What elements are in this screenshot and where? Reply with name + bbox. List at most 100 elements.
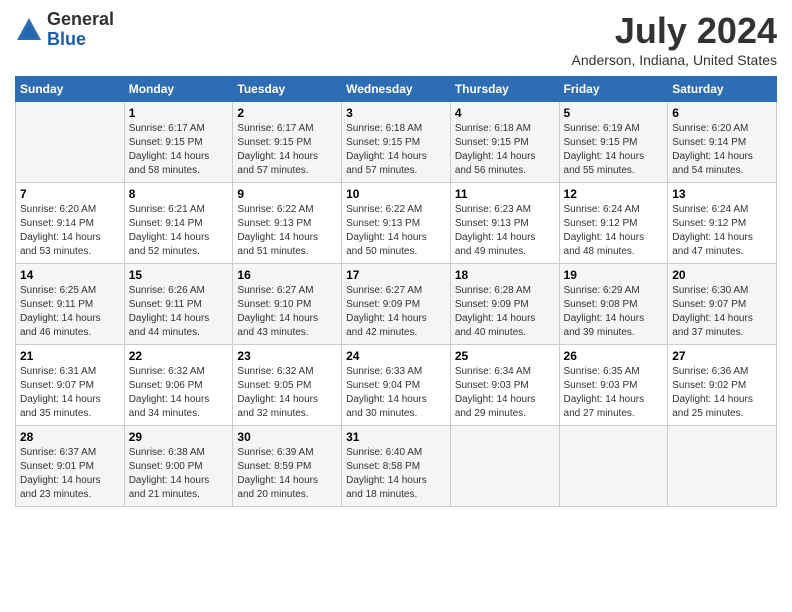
calendar-cell: 27 Sunrise: 6:36 AMSunset: 9:02 PMDaylig…	[668, 345, 777, 426]
day-number: 24	[346, 349, 446, 363]
header-friday: Friday	[559, 77, 668, 102]
day-number: 22	[129, 349, 229, 363]
header-sunday: Sunday	[16, 77, 125, 102]
calendar-cell: 29 Sunrise: 6:38 AMSunset: 9:00 PMDaylig…	[124, 426, 233, 507]
calendar-week-1: 7 Sunrise: 6:20 AMSunset: 9:14 PMDayligh…	[16, 183, 777, 264]
day-info: Sunrise: 6:22 AMSunset: 9:13 PMDaylight:…	[237, 203, 337, 259]
day-number: 19	[564, 268, 664, 282]
day-number: 11	[455, 187, 555, 201]
day-number: 13	[672, 187, 772, 201]
day-number: 21	[20, 349, 120, 363]
day-number: 7	[20, 187, 120, 201]
subtitle: Anderson, Indiana, United States	[572, 52, 777, 68]
day-info: Sunrise: 6:18 AMSunset: 9:15 PMDaylight:…	[455, 122, 555, 178]
day-info: Sunrise: 6:24 AMSunset: 9:12 PMDaylight:…	[564, 203, 664, 259]
header-tuesday: Tuesday	[233, 77, 342, 102]
day-number: 12	[564, 187, 664, 201]
day-info: Sunrise: 6:27 AMSunset: 9:09 PMDaylight:…	[346, 284, 446, 340]
day-number: 3	[346, 106, 446, 120]
day-number: 9	[237, 187, 337, 201]
calendar-week-0: 1 Sunrise: 6:17 AMSunset: 9:15 PMDayligh…	[16, 102, 777, 183]
day-info: Sunrise: 6:32 AMSunset: 9:05 PMDaylight:…	[237, 365, 337, 421]
calendar-cell: 3 Sunrise: 6:18 AMSunset: 9:15 PMDayligh…	[342, 102, 451, 183]
day-info: Sunrise: 6:24 AMSunset: 9:12 PMDaylight:…	[672, 203, 772, 259]
day-info: Sunrise: 6:22 AMSunset: 9:13 PMDaylight:…	[346, 203, 446, 259]
day-number: 1	[129, 106, 229, 120]
header-saturday: Saturday	[668, 77, 777, 102]
day-info: Sunrise: 6:29 AMSunset: 9:08 PMDaylight:…	[564, 284, 664, 340]
calendar-cell: 30 Sunrise: 6:39 AMSunset: 8:59 PMDaylig…	[233, 426, 342, 507]
calendar-cell: 19 Sunrise: 6:29 AMSunset: 9:08 PMDaylig…	[559, 264, 668, 345]
calendar-cell	[559, 426, 668, 507]
calendar-cell: 9 Sunrise: 6:22 AMSunset: 9:13 PMDayligh…	[233, 183, 342, 264]
day-number: 8	[129, 187, 229, 201]
logo: General Blue	[15, 10, 114, 50]
page-header: General Blue July 2024 Anderson, Indiana…	[15, 10, 777, 68]
header-wednesday: Wednesday	[342, 77, 451, 102]
day-info: Sunrise: 6:28 AMSunset: 9:09 PMDaylight:…	[455, 284, 555, 340]
calendar-cell	[668, 426, 777, 507]
calendar-cell: 21 Sunrise: 6:31 AMSunset: 9:07 PMDaylig…	[16, 345, 125, 426]
day-info: Sunrise: 6:17 AMSunset: 9:15 PMDaylight:…	[129, 122, 229, 178]
day-number: 16	[237, 268, 337, 282]
calendar-cell: 12 Sunrise: 6:24 AMSunset: 9:12 PMDaylig…	[559, 183, 668, 264]
day-info: Sunrise: 6:37 AMSunset: 9:01 PMDaylight:…	[20, 446, 120, 502]
calendar-cell: 7 Sunrise: 6:20 AMSunset: 9:14 PMDayligh…	[16, 183, 125, 264]
day-info: Sunrise: 6:26 AMSunset: 9:11 PMDaylight:…	[129, 284, 229, 340]
day-info: Sunrise: 6:21 AMSunset: 9:14 PMDaylight:…	[129, 203, 229, 259]
day-number: 26	[564, 349, 664, 363]
calendar-cell: 6 Sunrise: 6:20 AMSunset: 9:14 PMDayligh…	[668, 102, 777, 183]
calendar-cell: 25 Sunrise: 6:34 AMSunset: 9:03 PMDaylig…	[450, 345, 559, 426]
day-info: Sunrise: 6:32 AMSunset: 9:06 PMDaylight:…	[129, 365, 229, 421]
day-info: Sunrise: 6:31 AMSunset: 9:07 PMDaylight:…	[20, 365, 120, 421]
day-number: 18	[455, 268, 555, 282]
logo-general: General	[47, 10, 114, 30]
calendar-week-3: 21 Sunrise: 6:31 AMSunset: 9:07 PMDaylig…	[16, 345, 777, 426]
calendar-cell	[16, 102, 125, 183]
logo-icon	[15, 16, 43, 44]
day-info: Sunrise: 6:18 AMSunset: 9:15 PMDaylight:…	[346, 122, 446, 178]
day-number: 2	[237, 106, 337, 120]
header-thursday: Thursday	[450, 77, 559, 102]
day-info: Sunrise: 6:25 AMSunset: 9:11 PMDaylight:…	[20, 284, 120, 340]
calendar-cell: 18 Sunrise: 6:28 AMSunset: 9:09 PMDaylig…	[450, 264, 559, 345]
calendar-cell: 14 Sunrise: 6:25 AMSunset: 9:11 PMDaylig…	[16, 264, 125, 345]
logo-text: General Blue	[47, 10, 114, 50]
day-info: Sunrise: 6:20 AMSunset: 9:14 PMDaylight:…	[672, 122, 772, 178]
day-number: 15	[129, 268, 229, 282]
calendar-cell: 17 Sunrise: 6:27 AMSunset: 9:09 PMDaylig…	[342, 264, 451, 345]
day-number: 6	[672, 106, 772, 120]
title-block: July 2024 Anderson, Indiana, United Stat…	[572, 10, 777, 68]
day-info: Sunrise: 6:20 AMSunset: 9:14 PMDaylight:…	[20, 203, 120, 259]
day-number: 30	[237, 430, 337, 444]
calendar-cell: 31 Sunrise: 6:40 AMSunset: 8:58 PMDaylig…	[342, 426, 451, 507]
day-info: Sunrise: 6:17 AMSunset: 9:15 PMDaylight:…	[237, 122, 337, 178]
day-info: Sunrise: 6:19 AMSunset: 9:15 PMDaylight:…	[564, 122, 664, 178]
calendar-table: SundayMondayTuesdayWednesdayThursdayFrid…	[15, 76, 777, 507]
calendar-cell: 24 Sunrise: 6:33 AMSunset: 9:04 PMDaylig…	[342, 345, 451, 426]
day-info: Sunrise: 6:34 AMSunset: 9:03 PMDaylight:…	[455, 365, 555, 421]
day-number: 20	[672, 268, 772, 282]
calendar-cell: 11 Sunrise: 6:23 AMSunset: 9:13 PMDaylig…	[450, 183, 559, 264]
day-info: Sunrise: 6:23 AMSunset: 9:13 PMDaylight:…	[455, 203, 555, 259]
calendar-cell: 26 Sunrise: 6:35 AMSunset: 9:03 PMDaylig…	[559, 345, 668, 426]
day-number: 17	[346, 268, 446, 282]
calendar-body: 1 Sunrise: 6:17 AMSunset: 9:15 PMDayligh…	[16, 102, 777, 507]
main-title: July 2024	[572, 10, 777, 52]
logo-blue: Blue	[47, 30, 114, 50]
calendar-cell: 13 Sunrise: 6:24 AMSunset: 9:12 PMDaylig…	[668, 183, 777, 264]
day-number: 25	[455, 349, 555, 363]
day-number: 5	[564, 106, 664, 120]
day-info: Sunrise: 6:33 AMSunset: 9:04 PMDaylight:…	[346, 365, 446, 421]
day-info: Sunrise: 6:40 AMSunset: 8:58 PMDaylight:…	[346, 446, 446, 502]
day-number: 31	[346, 430, 446, 444]
calendar-cell: 10 Sunrise: 6:22 AMSunset: 9:13 PMDaylig…	[342, 183, 451, 264]
day-info: Sunrise: 6:36 AMSunset: 9:02 PMDaylight:…	[672, 365, 772, 421]
calendar-cell: 28 Sunrise: 6:37 AMSunset: 9:01 PMDaylig…	[16, 426, 125, 507]
day-number: 23	[237, 349, 337, 363]
calendar-cell: 8 Sunrise: 6:21 AMSunset: 9:14 PMDayligh…	[124, 183, 233, 264]
header-monday: Monday	[124, 77, 233, 102]
day-number: 4	[455, 106, 555, 120]
day-number: 28	[20, 430, 120, 444]
day-number: 29	[129, 430, 229, 444]
